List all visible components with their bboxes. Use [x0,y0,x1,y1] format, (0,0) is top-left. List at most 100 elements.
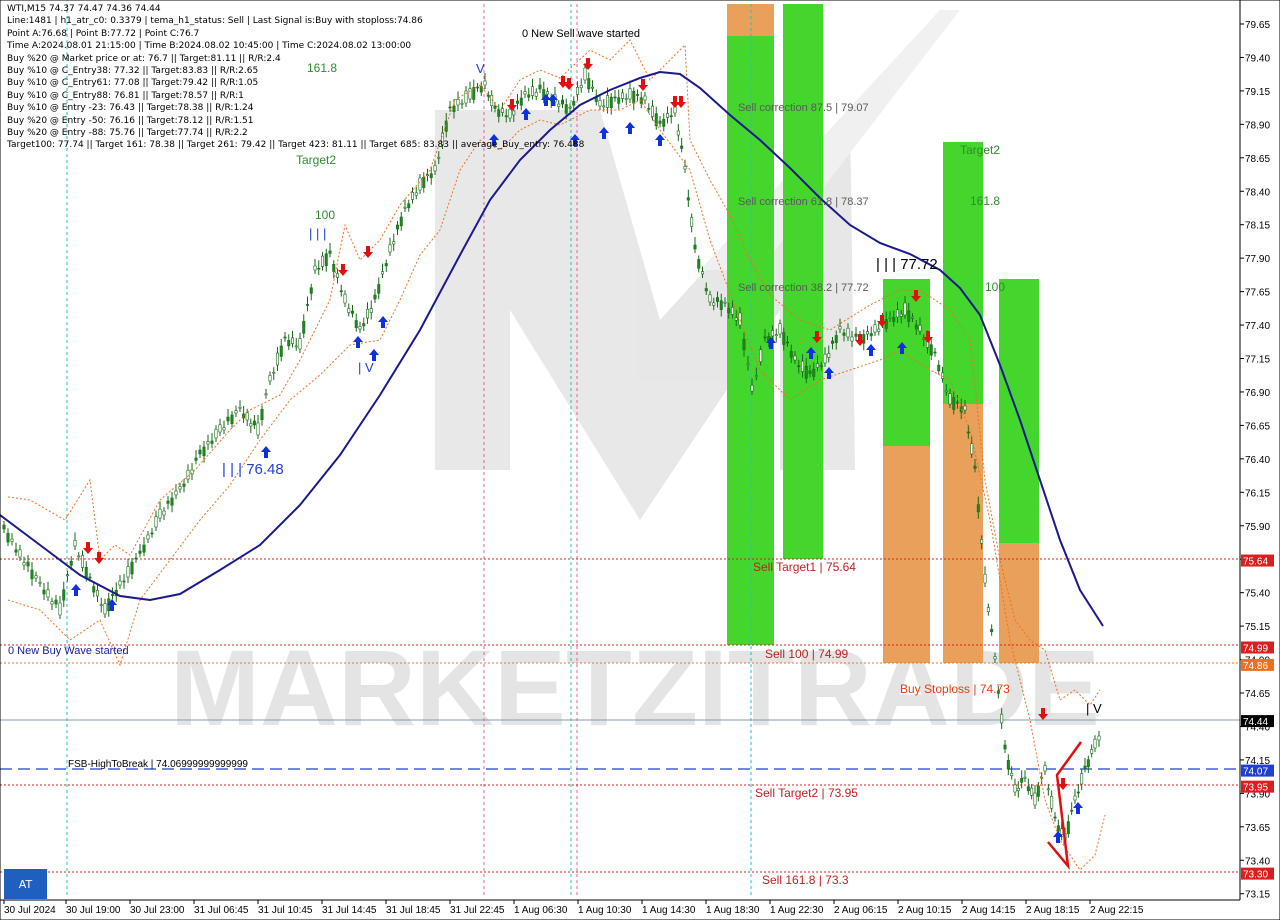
price-tick-label: 76.65 [1245,421,1270,432]
label-sell-correction-618: Sell correction 61.8 | 78.37 [738,196,869,208]
candle-body [834,335,838,343]
candle-body [373,294,377,300]
candle-body [693,244,697,250]
candle-body [194,457,198,461]
candle-body [377,284,381,294]
zone-green-4 [943,142,983,404]
candle-body [283,336,287,339]
price-tag-label: 74.86 [1243,661,1268,672]
candle-body [842,332,846,336]
candle-body [380,271,384,275]
candle-body [903,302,907,316]
candle-body [369,308,373,313]
candle-body [38,581,42,584]
time-tick-label: 30 Jul 19:00 [66,905,121,916]
candle-body [158,508,162,519]
candle-body [96,590,100,597]
candle-body [328,250,332,254]
time-tick-label: 1 Aug 18:30 [706,905,760,916]
label-sell-correction-382: Sell correction 38.2 | 77.72 [738,282,869,294]
candle-body [873,324,877,333]
candle-body [918,325,922,332]
candle-body [914,324,918,330]
wave-marks-left: | | | [309,226,326,241]
candle-body [632,90,636,104]
candle-body [804,365,808,379]
candle-body [1076,791,1080,794]
candle-body [395,224,399,230]
candle-body [50,601,54,605]
candle-body [1043,765,1047,772]
time-tick-label: 2 Aug 18:15 [1026,905,1080,916]
candle-body [407,203,411,209]
candle-body [313,265,317,271]
candle-body [305,304,309,306]
candle-body [103,603,107,615]
candle-body [662,118,666,127]
candle-body [298,338,302,350]
candle-body [260,409,264,421]
label-fsb: FSB-HighToBreak | 74.06999999999999 [68,759,248,770]
auto-trading-button[interactable]: AT [4,869,47,899]
candle-body [986,607,990,612]
label-fib-100-left: 100 [315,208,335,222]
candle-body [30,569,34,580]
time-tick-label: 30 Jul 23:00 [130,905,185,916]
candle-body [10,538,14,542]
candle-body [669,115,673,118]
candle-body [624,98,628,100]
candle-body [392,241,396,245]
info-line: Buy %20 @ Entry -50: 76.16 || Target:78.… [7,115,254,126]
candle-body [1003,744,1007,750]
candle-body [690,217,694,227]
candle-body [1086,759,1090,768]
candle-body [238,406,242,409]
candle-body [650,105,654,117]
candle-body [850,336,854,342]
candle-body [26,561,30,567]
label-sell-100: Sell 100 | 74.99 [765,647,849,661]
candle-body [933,351,937,354]
candle-body [422,176,426,188]
candle-body [358,326,362,330]
candle-body [812,368,816,377]
time-tick-label: 1 Aug 06:30 [514,905,568,916]
candle-body [1056,825,1060,832]
candle-body [605,95,609,108]
candle-body [275,352,279,366]
price-tick-label: 75.90 [1245,522,1270,533]
price-tag-label: 75.64 [1243,557,1268,568]
candle-body [166,500,170,504]
candle-body [782,332,786,345]
candle-body [410,192,414,200]
candle-body [1023,776,1027,779]
candle-body [854,333,858,337]
candle-body [230,414,234,425]
candle-body [202,446,206,457]
price-tick-label: 79.40 [1245,53,1270,64]
label-new-buy-wave: 0 New Buy Wave started [8,645,129,657]
candle-body [418,177,422,191]
candle-body [929,344,933,356]
price-tick-label: 78.90 [1245,120,1270,131]
zone-orange-4 [943,404,983,663]
candle-body [952,397,956,410]
candle-body [892,317,896,322]
candle-body [54,599,58,605]
candle-body [142,544,146,553]
candle-body [680,145,684,149]
candle-body [214,428,218,439]
buy-arrow-icon [866,344,876,356]
candle-body [134,557,138,560]
candle-body [774,334,778,337]
candle-body [81,555,85,568]
info-line: Target100: 77.74 || Target 161: 78.38 ||… [7,140,585,151]
label-target2-right: Target2 [960,143,1000,157]
info-line: Time A:2024.08.01 21:15:00 | Time B:2024… [7,41,412,52]
candle-body [910,316,914,319]
price-tick-label: 79.15 [1245,87,1270,98]
candle-body [1020,778,1024,783]
candle-body [697,259,701,269]
candle-body [944,390,948,393]
candle-body [245,412,249,421]
